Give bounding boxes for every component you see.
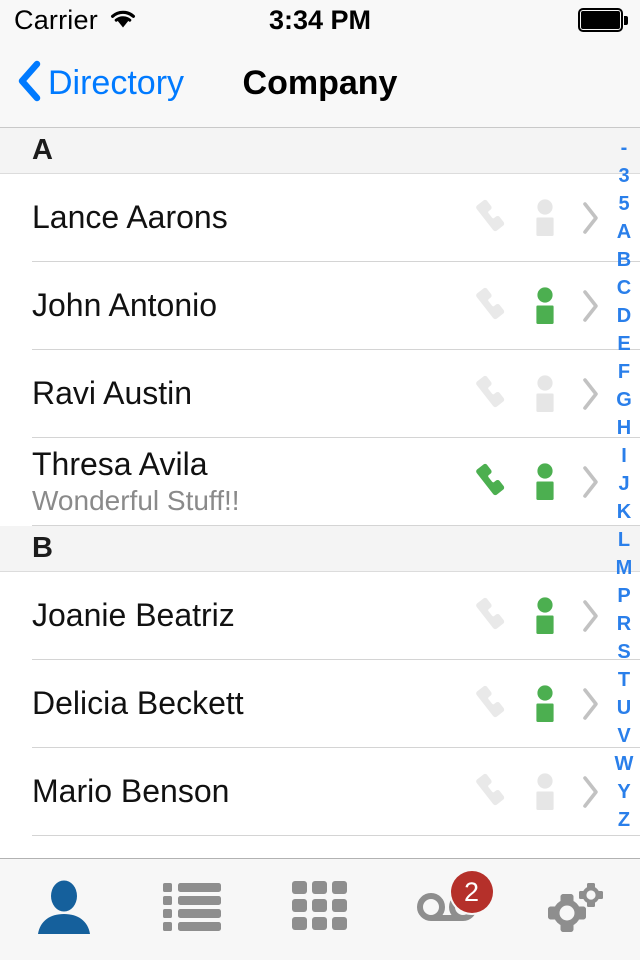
gears-icon <box>543 877 609 942</box>
section-index-item[interactable]: C <box>608 274 640 302</box>
contact-text: John Antonio <box>32 288 464 324</box>
contact-name: Thresa Avila <box>32 446 208 482</box>
presence-person-icon <box>530 460 560 504</box>
section-index-item[interactable]: Y <box>608 778 640 806</box>
contact-row-actions <box>464 283 602 329</box>
contact-row-actions <box>464 593 602 639</box>
contact-row[interactable]: Delicia Beckett <box>0 660 640 748</box>
contact-row[interactable]: John Antonio <box>0 262 640 350</box>
section-index-item[interactable]: U <box>608 694 640 722</box>
section-index-item[interactable]: G <box>608 386 640 414</box>
presence-person-icon <box>530 682 560 726</box>
phone-icon[interactable] <box>464 459 510 505</box>
row-separator <box>32 835 640 836</box>
person-filled-icon <box>33 876 95 943</box>
contact-text: Mario Benson <box>32 774 464 810</box>
tab-contacts[interactable] <box>0 859 128 960</box>
chevron-right-icon[interactable] <box>580 376 602 412</box>
section-index-item[interactable]: A <box>608 218 640 246</box>
tab-voicemail[interactable]: 2 <box>384 859 512 960</box>
contact-name: Joanie Beatriz <box>32 598 235 634</box>
section-index-item[interactable]: I <box>608 442 640 470</box>
battery-full-icon <box>578 8 628 32</box>
contact-row-actions <box>464 459 602 505</box>
tab-bar: 2 <box>0 858 640 960</box>
chevron-right-icon[interactable] <box>580 774 602 810</box>
section-index-item[interactable]: B <box>608 246 640 274</box>
presence-person-icon <box>530 372 560 416</box>
contact-text: Lance Aarons <box>32 200 464 236</box>
contact-name: Mario Benson <box>32 774 230 810</box>
contact-text: Ravi Austin <box>32 376 464 412</box>
contact-list[interactable]: A Lance Aarons John Antonio Ravi Austin Thre… <box>0 128 640 858</box>
contact-row[interactable]: Lance Aarons <box>0 174 640 262</box>
grid-icon <box>292 881 348 938</box>
chevron-right-icon[interactable] <box>580 598 602 634</box>
chevron-right-icon[interactable] <box>580 200 602 236</box>
section-index-item[interactable]: T <box>608 666 640 694</box>
contact-name: Lance Aarons <box>32 200 228 236</box>
section-header: A <box>0 128 640 174</box>
section-index-item[interactable]: W <box>608 750 640 778</box>
section-header: B <box>0 526 640 572</box>
presence-person-icon <box>530 284 560 328</box>
tab-settings[interactable] <box>512 859 640 960</box>
presence-person-icon <box>530 770 560 814</box>
tab-keypad[interactable] <box>256 859 384 960</box>
section-index-item[interactable]: D <box>608 302 640 330</box>
contact-text: Thresa Avila Wonderful Stuff!! <box>32 447 464 517</box>
contact-status-message: Wonderful Stuff!! <box>32 484 240 516</box>
phone-icon <box>464 681 510 727</box>
section-index-item[interactable]: P <box>608 582 640 610</box>
contact-row-actions <box>464 371 602 417</box>
section-index-item[interactable]: S <box>608 638 640 666</box>
status-bar: Carrier 3:34 PM <box>0 0 640 40</box>
phone-icon <box>464 195 510 241</box>
presence-person-icon <box>530 594 560 638</box>
section-index-item[interactable]: M <box>608 554 640 582</box>
navigation-bar: Directory Company <box>0 40 640 128</box>
contact-name: Delicia Beckett <box>32 686 244 722</box>
phone-icon <box>464 371 510 417</box>
tab-history[interactable] <box>128 859 256 960</box>
section-index-item[interactable]: R <box>608 610 640 638</box>
row-separator <box>32 525 640 526</box>
contact-row-actions <box>464 681 602 727</box>
presence-person-icon <box>530 196 560 240</box>
section-index-item[interactable]: K <box>608 498 640 526</box>
contact-row[interactable]: Ravi Austin <box>0 350 640 438</box>
section-index-item[interactable]: Z <box>608 806 640 834</box>
section-index-item[interactable]: 3 <box>608 162 640 190</box>
status-bar-right <box>578 8 628 32</box>
section-index-item[interactable]: - <box>608 134 640 162</box>
chevron-right-icon[interactable] <box>580 288 602 324</box>
contact-row-actions <box>464 195 602 241</box>
phone-icon <box>464 769 510 815</box>
contact-text: Joanie Beatriz <box>32 598 464 634</box>
contact-row[interactable]: Thresa Avila Wonderful Stuff!! <box>0 438 640 526</box>
section-index-item[interactable]: F <box>608 358 640 386</box>
page-title: Company <box>242 64 398 102</box>
contact-name: John Antonio <box>32 288 218 324</box>
section-index-bar[interactable]: -35ABCDEFGHIJKLMPRSTUVWYZ <box>608 128 640 838</box>
contact-name: Ravi Austin <box>32 376 193 412</box>
list-icon <box>163 881 221 938</box>
contact-row-actions <box>464 769 602 815</box>
section-index-item[interactable]: E <box>608 330 640 358</box>
phone-icon <box>464 593 510 639</box>
contact-text: Delicia Beckett <box>32 686 464 722</box>
section-index-item[interactable]: J <box>608 470 640 498</box>
contact-row[interactable]: Mario Benson <box>0 748 640 836</box>
status-bar-time: 3:34 PM <box>268 4 372 35</box>
badge-count: 2 <box>450 871 493 913</box>
chevron-right-icon[interactable] <box>580 464 602 500</box>
chevron-right-icon[interactable] <box>580 686 602 722</box>
section-index-item[interactable]: 5 <box>608 190 640 218</box>
section-index-item[interactable]: H <box>608 414 640 442</box>
phone-screen: Carrier 3:34 PM Directory Company A Lanc… <box>0 0 640 960</box>
phone-icon <box>464 283 510 329</box>
section-index-item[interactable]: V <box>608 722 640 750</box>
contact-row[interactable]: Joanie Beatriz <box>0 572 640 660</box>
section-index-item[interactable]: L <box>608 526 640 554</box>
